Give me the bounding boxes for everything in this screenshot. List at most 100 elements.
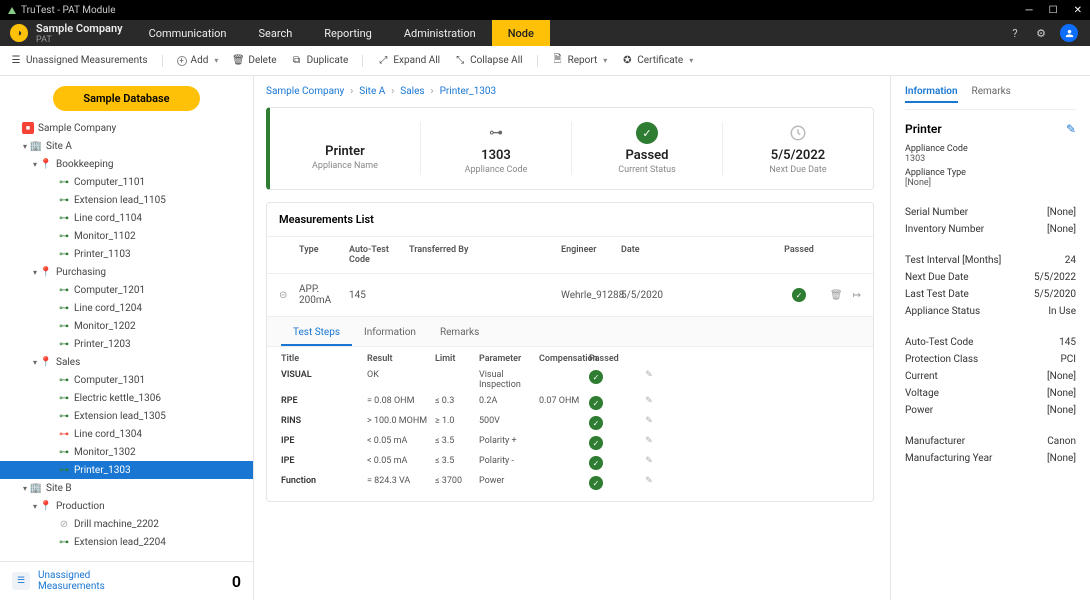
crumb: Printer_1303 bbox=[440, 86, 497, 97]
tree-item[interactable]: ⊶Printer_1103 bbox=[0, 245, 253, 263]
tree-item-label: Site A bbox=[46, 141, 72, 152]
info-key: Manufacturing Year bbox=[905, 453, 992, 464]
tree-item[interactable]: ⊶Extension lead_1105 bbox=[0, 191, 253, 209]
user-avatar[interactable] bbox=[1060, 24, 1078, 42]
edit-step-icon[interactable]: ✎ bbox=[629, 396, 669, 410]
tree-item-label: Computer_1201 bbox=[74, 285, 145, 296]
tree-item-label: Line cord_1104 bbox=[74, 213, 142, 224]
tree-item[interactable]: ▾🏢Site A bbox=[0, 137, 253, 155]
info-tab-information[interactable]: Information bbox=[905, 86, 958, 103]
measurement-row[interactable]: ⊝ APP. 200mA 145 Wehrle_91288 5/5/2020 ✓… bbox=[267, 274, 873, 317]
tree-item[interactable]: ■Sample Company bbox=[0, 119, 253, 137]
certificate-button[interactable]: ✪Certificate▾ bbox=[621, 55, 693, 67]
tree-item[interactable]: ⊶Extension lead_2204 bbox=[0, 533, 253, 551]
tree-item[interactable]: ▾🏢Site B bbox=[0, 479, 253, 497]
tree-item[interactable]: ⊘Drill machine_2202 bbox=[0, 515, 253, 533]
add-button[interactable]: +Add▾ bbox=[177, 55, 219, 66]
subtab-remarks[interactable]: Remarks bbox=[428, 321, 491, 346]
report-button[interactable]: 🗎Report▾ bbox=[552, 55, 608, 67]
test-step-row: IPE< 0.05 mA≤ 3.5Polarity -✓✎ bbox=[281, 453, 859, 473]
tree-item[interactable]: ⊶Computer_1301 bbox=[0, 371, 253, 389]
list-icon: ☰ bbox=[10, 55, 22, 67]
tree-item[interactable]: ⊶Printer_1203 bbox=[0, 335, 253, 353]
toggle-icon[interactable]: ▾ bbox=[20, 142, 30, 151]
tree-item[interactable]: ▾📍Purchasing bbox=[0, 263, 253, 281]
check-icon: ✓ bbox=[589, 370, 603, 384]
chevron-down-icon: ▾ bbox=[214, 56, 218, 65]
minimize-button[interactable]: ─ bbox=[1026, 5, 1033, 16]
nav-reporting[interactable]: Reporting bbox=[308, 20, 388, 46]
delete-row-icon[interactable]: 🗑 bbox=[830, 290, 843, 301]
check-icon: ✓ bbox=[589, 436, 603, 450]
next-due-value: 5/5/2022 bbox=[723, 148, 873, 163]
tree-item[interactable]: ⊶Extension lead_1305 bbox=[0, 407, 253, 425]
expand-all-button[interactable]: ⤢Expand All bbox=[377, 55, 440, 67]
tree-item[interactable]: ⊶Monitor_1202 bbox=[0, 317, 253, 335]
tree-item[interactable]: ⊶Electric kettle_1306 bbox=[0, 389, 253, 407]
tree-item-label: Extension lead_1105 bbox=[74, 195, 166, 206]
info-key: Serial Number bbox=[905, 207, 968, 218]
tree-item[interactable]: ▾📍Sales bbox=[0, 353, 253, 371]
toggle-icon[interactable]: ▾ bbox=[30, 502, 40, 511]
edit-step-icon[interactable]: ✎ bbox=[629, 416, 669, 430]
edit-step-icon[interactable]: ✎ bbox=[629, 476, 669, 490]
help-icon[interactable]: ? bbox=[1008, 26, 1022, 40]
unassigned-measurements-button[interactable]: ☰Unassigned Measurements bbox=[10, 55, 163, 67]
close-button[interactable]: ✕ bbox=[1074, 5, 1082, 16]
crumb[interactable]: Sample Company bbox=[266, 86, 344, 97]
sample-database-button[interactable]: Sample Database bbox=[53, 86, 199, 111]
col-transferred-by: Transferred By bbox=[409, 245, 561, 265]
info-label: Appliance Type bbox=[905, 168, 1076, 178]
maximize-button[interactable]: ☐ bbox=[1049, 5, 1058, 16]
subtab-information[interactable]: Information bbox=[352, 321, 428, 346]
edit-step-icon[interactable]: ✎ bbox=[629, 436, 669, 450]
toggle-icon[interactable]: ▾ bbox=[30, 160, 40, 169]
toggle-icon[interactable]: ▾ bbox=[30, 358, 40, 367]
appliance-name-value: Printer bbox=[270, 144, 420, 159]
check-icon: ✓ bbox=[589, 396, 603, 410]
chevron-down-icon: ▾ bbox=[603, 56, 607, 65]
edit-icon[interactable]: ✎ bbox=[1066, 122, 1076, 136]
tree-item[interactable]: ⊶Line cord_1204 bbox=[0, 299, 253, 317]
info-label: Appliance Code bbox=[905, 144, 1076, 154]
subtab-test-steps[interactable]: Test Steps bbox=[281, 321, 352, 346]
col-passed: Passed bbox=[781, 245, 817, 265]
nav-search[interactable]: Search bbox=[242, 20, 308, 46]
export-row-icon[interactable]: ↦ bbox=[853, 290, 861, 301]
app-icon bbox=[8, 7, 16, 14]
nav-communication[interactable]: Communication bbox=[133, 20, 243, 46]
tree-item-label: Electric kettle_1306 bbox=[74, 393, 161, 404]
info-tab-remarks[interactable]: Remarks bbox=[972, 86, 1011, 103]
info-value: 24 bbox=[1065, 255, 1076, 266]
status-value: Passed bbox=[572, 148, 722, 163]
toggle-icon[interactable]: ▾ bbox=[30, 268, 40, 277]
nav-administration[interactable]: Administration bbox=[388, 20, 492, 46]
unassigned-link[interactable]: UnassignedMeasurements bbox=[38, 570, 105, 592]
tree-item[interactable]: ⊶Printer_1303 bbox=[0, 461, 253, 479]
tree-item[interactable]: ⊶Computer_1101 bbox=[0, 173, 253, 191]
tree-item[interactable]: ⊶Line cord_1104 bbox=[0, 209, 253, 227]
tree-item[interactable]: ▾📍Production bbox=[0, 497, 253, 515]
info-key: Last Test Date bbox=[905, 289, 969, 300]
settings-icon[interactable]: ⚙ bbox=[1034, 26, 1048, 40]
info-key: Inventory Number bbox=[905, 224, 984, 235]
test-step-row: RPE= 0.08 OHM≤ 0.30.2A0.07 OHM✓✎ bbox=[281, 393, 859, 413]
collapse-all-button[interactable]: ⤡Collapse All bbox=[454, 55, 537, 67]
tree-item[interactable]: ⊶Monitor_1302 bbox=[0, 443, 253, 461]
crumb[interactable]: Sales bbox=[400, 86, 424, 97]
info-value: 1303 bbox=[905, 154, 1076, 164]
tree-item[interactable]: ⊶Monitor_1102 bbox=[0, 227, 253, 245]
toggle-icon[interactable]: ▾ bbox=[20, 484, 30, 493]
nav-node[interactable]: Node bbox=[492, 20, 550, 46]
delete-button[interactable]: 🗑Delete bbox=[232, 55, 276, 67]
edit-step-icon[interactable]: ✎ bbox=[629, 456, 669, 470]
collapse-row-icon[interactable]: ⊝ bbox=[279, 290, 299, 301]
tree-item[interactable]: ⊶Line cord_1304 bbox=[0, 425, 253, 443]
tree-item[interactable]: ▾📍Bookkeeping bbox=[0, 155, 253, 173]
edit-step-icon[interactable]: ✎ bbox=[629, 370, 669, 390]
duplicate-button[interactable]: ⧉Duplicate bbox=[291, 55, 364, 67]
crumb[interactable]: Site A bbox=[359, 86, 385, 97]
info-value: In Use bbox=[1048, 306, 1076, 317]
tree-item[interactable]: ⊶Computer_1201 bbox=[0, 281, 253, 299]
info-key: Test Interval [Months] bbox=[905, 255, 1001, 266]
